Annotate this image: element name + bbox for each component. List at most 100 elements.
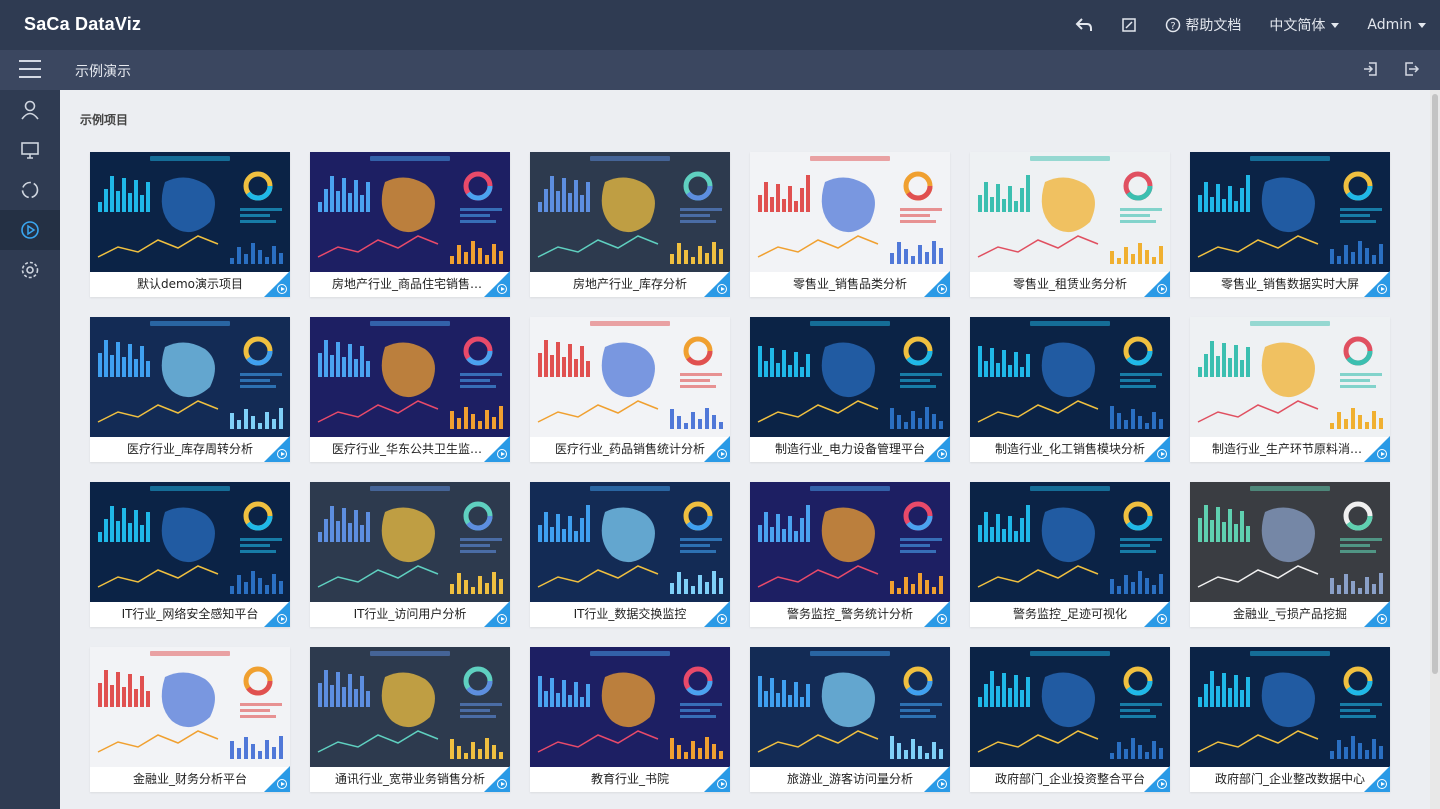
play-icon[interactable]: [1377, 449, 1387, 459]
project-label: 医疗行业_药品销售统计分析: [554, 442, 705, 456]
corner-badge: [1364, 436, 1390, 462]
sidebar-item-refresh[interactable]: [0, 170, 60, 210]
user-menu[interactable]: Admin: [1367, 17, 1426, 33]
play-icon[interactable]: [937, 284, 947, 294]
play-icon[interactable]: [497, 284, 507, 294]
project-label: 警务监控_足迹可视化: [1012, 607, 1127, 621]
play-icon[interactable]: [717, 449, 727, 459]
project-card[interactable]: IT行业_数据交换监控: [530, 482, 730, 627]
project-card[interactable]: 政府部门_企业整改数据中心: [1190, 647, 1390, 792]
refresh-icon: [21, 181, 39, 199]
sidebar-item-demo[interactable]: [0, 210, 60, 250]
corner-badge: [264, 766, 290, 792]
top-bar: SaCa DataViz ? 帮助文档 中文简体 Admin: [0, 0, 1440, 50]
chevron-down-icon: [1418, 22, 1426, 28]
corner-badge: [704, 766, 730, 792]
play-icon[interactable]: [717, 779, 727, 789]
play-icon[interactable]: [1157, 449, 1167, 459]
login-icon[interactable]: [1362, 60, 1380, 82]
play-icon[interactable]: [937, 449, 947, 459]
play-icon[interactable]: [1377, 779, 1387, 789]
edit-icon[interactable]: [1121, 17, 1137, 33]
play-icon[interactable]: [937, 779, 947, 789]
user-icon: [21, 100, 39, 120]
project-card[interactable]: 通讯行业_宽带业务销售分析: [310, 647, 510, 792]
play-icon[interactable]: [717, 614, 727, 624]
project-thumbnail: [970, 152, 1170, 272]
project-card[interactable]: 房地产行业_库存分析: [530, 152, 730, 297]
project-label: 通讯行业_宽带业务销售分析: [334, 772, 485, 786]
project-thumbnail: [310, 317, 510, 437]
sidebar-item-user[interactable]: [0, 90, 60, 130]
project-card[interactable]: IT行业_网络安全感知平台: [90, 482, 290, 627]
project-thumbnail: [90, 152, 290, 272]
project-thumbnail: [310, 482, 510, 602]
sidebar-item-monitor[interactable]: [0, 130, 60, 170]
project-card[interactable]: 零售业_销售品类分析: [750, 152, 950, 297]
project-card[interactable]: 政府部门_企业投资整合平台: [970, 647, 1170, 792]
project-card[interactable]: 零售业_销售数据实时大屏: [1190, 152, 1390, 297]
project-thumbnail: [310, 647, 510, 767]
project-card[interactable]: 警务监控_警务统计分析: [750, 482, 950, 627]
project-card[interactable]: 制造行业_化工销售模块分析: [970, 317, 1170, 462]
project-thumbnail: [90, 482, 290, 602]
project-card[interactable]: 金融业_亏损产品挖掘: [1190, 482, 1390, 627]
play-icon[interactable]: [717, 284, 727, 294]
project-thumbnail: [530, 482, 730, 602]
project-card[interactable]: 医疗行业_药品销售统计分析: [530, 317, 730, 462]
language-dropdown[interactable]: 中文简体: [1269, 15, 1340, 35]
project-label: IT行业_数据交换监控: [573, 607, 687, 621]
play-icon[interactable]: [1157, 284, 1167, 294]
play-icon[interactable]: [497, 449, 507, 459]
project-label: IT行业_网络安全感知平台: [121, 607, 259, 621]
svg-text:?: ?: [1171, 21, 1176, 32]
play-icon[interactable]: [937, 614, 947, 624]
play-icon[interactable]: [277, 779, 287, 789]
hamburger-menu-icon[interactable]: [19, 60, 41, 80]
project-thumbnail: [1190, 152, 1390, 272]
corner-badge: [264, 436, 290, 462]
project-card[interactable]: 金融业_财务分析平台: [90, 647, 290, 792]
project-label: 警务监控_警务统计分析: [786, 607, 913, 621]
play-icon[interactable]: [1157, 779, 1167, 789]
project-card[interactable]: 默认demo演示项目: [90, 152, 290, 297]
project-card[interactable]: 零售业_租赁业务分析: [970, 152, 1170, 297]
project-label: 制造行业_电力设备管理平台: [774, 442, 925, 456]
back-icon[interactable]: [1075, 17, 1093, 33]
play-icon[interactable]: [277, 614, 287, 624]
corner-badge: [1364, 766, 1390, 792]
monitor-icon: [21, 142, 39, 159]
corner-badge: [1144, 436, 1170, 462]
play-icon[interactable]: [1377, 284, 1387, 294]
corner-badge: [924, 436, 950, 462]
project-label: 零售业_销售品类分析: [792, 277, 907, 291]
sidebar-item-settings[interactable]: [0, 250, 60, 290]
project-thumbnail: [530, 317, 730, 437]
scrollbar[interactable]: [1430, 90, 1440, 809]
play-icon[interactable]: [1377, 614, 1387, 624]
help-docs-link[interactable]: ? 帮助文档: [1165, 15, 1241, 35]
play-icon[interactable]: [497, 779, 507, 789]
project-card[interactable]: 医疗行业_库存周转分析: [90, 317, 290, 462]
project-card[interactable]: 医疗行业_华东公共卫生监管平台: [310, 317, 510, 462]
play-icon[interactable]: [1157, 614, 1167, 624]
project-card[interactable]: 制造行业_生产环节原料消耗分析: [1190, 317, 1390, 462]
corner-badge: [924, 601, 950, 627]
project-card[interactable]: 房地产行业_商品住宅销售分析: [310, 152, 510, 297]
play-icon[interactable]: [277, 449, 287, 459]
play-icon[interactable]: [497, 614, 507, 624]
project-card[interactable]: 旅游业_游客访问量分析: [750, 647, 950, 792]
project-thumbnail: [750, 317, 950, 437]
gear-icon: [21, 261, 39, 279]
project-label: 房地产行业_商品住宅销售分析: [332, 277, 495, 291]
project-card[interactable]: 警务监控_足迹可视化: [970, 482, 1170, 627]
project-card[interactable]: 教育行业_书院: [530, 647, 730, 792]
project-card[interactable]: IT行业_访问用户分析: [310, 482, 510, 627]
project-card[interactable]: 制造行业_电力设备管理平台: [750, 317, 950, 462]
project-thumbnail: [1190, 317, 1390, 437]
logout-icon[interactable]: [1402, 60, 1420, 82]
project-label: 零售业_销售数据实时大屏: [1220, 277, 1359, 291]
play-icon[interactable]: [277, 284, 287, 294]
corner-badge: [1144, 601, 1170, 627]
corner-badge: [484, 436, 510, 462]
